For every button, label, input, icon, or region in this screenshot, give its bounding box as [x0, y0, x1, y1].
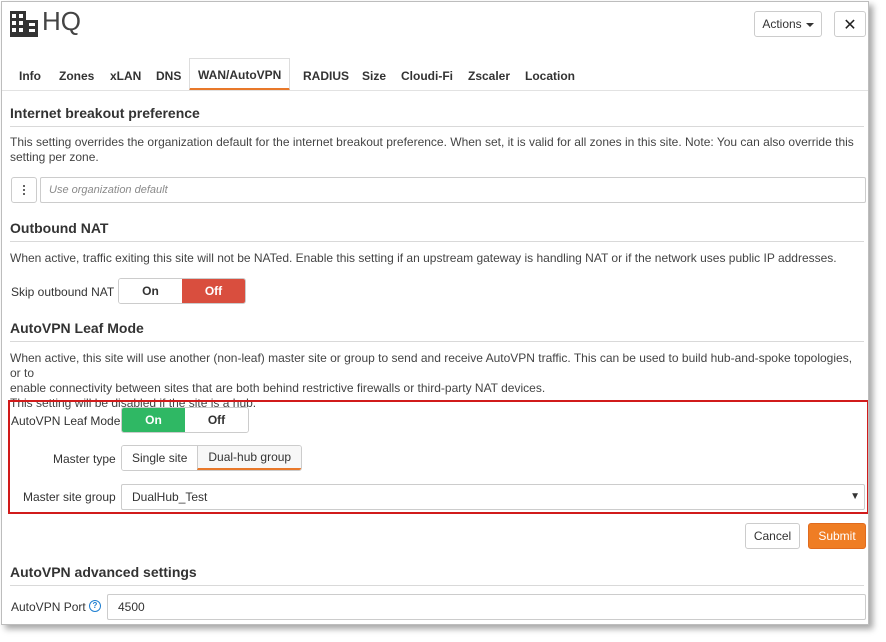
master-type-dual-hub-group[interactable]: Dual-hub group — [197, 446, 302, 470]
actions-dropdown-button[interactable]: Actions — [754, 11, 822, 37]
triangle-down-icon: ▼ — [850, 491, 860, 502]
breakout-section-title: Internet breakout preference — [10, 105, 200, 121]
tab-cloudi-fi[interactable]: Cloudi-Fi — [401, 58, 453, 91]
tab-xlan[interactable]: xLAN — [110, 58, 141, 91]
leaf-description-line: When active, this site will use another … — [10, 351, 853, 380]
master-site-group-label: Master site group — [23, 490, 116, 504]
section-divider — [10, 126, 864, 127]
site-dialog: HQ Actions ✕ Info Zones xLAN DNS WAN/Aut… — [1, 1, 869, 625]
autovpn-port-label: AutoVPN Port — [11, 600, 86, 614]
building-icon — [10, 11, 38, 37]
master-type-selector: Single site Dual-hub group — [121, 445, 303, 471]
tab-radius[interactable]: RADIUS — [303, 58, 349, 91]
section-divider — [10, 585, 864, 586]
breakout-description-line: setting per zone. — [10, 150, 99, 164]
skip-nat-label: Skip outbound NAT — [11, 285, 115, 299]
skip-nat-on-button[interactable]: On — [119, 279, 182, 303]
master-site-group-select[interactable]: DualHub_Test ▼ — [121, 484, 865, 510]
section-divider — [10, 341, 864, 342]
tab-dns[interactable]: DNS — [156, 58, 181, 91]
master-type-label: Master type — [53, 452, 116, 466]
dialog-header: HQ Actions ✕ — [2, 2, 868, 52]
kebab-icon[interactable] — [11, 177, 37, 203]
breakout-description: This setting overrides the organization … — [10, 135, 858, 165]
leaf-mode-toggle: On Off — [121, 407, 249, 433]
tab-wan-autovpn[interactable]: WAN/AutoVPN — [189, 58, 291, 91]
help-icon[interactable]: ? — [89, 600, 101, 612]
submit-button[interactable]: Submit — [808, 523, 866, 549]
leaf-section-title: AutoVPN Leaf Mode — [10, 320, 144, 336]
section-divider — [10, 241, 864, 242]
breakout-description-line: This setting overrides the organization … — [10, 135, 854, 149]
leaf-mode-off-button[interactable]: Off — [185, 408, 248, 432]
breakout-preference-input[interactable] — [40, 177, 866, 203]
cancel-button[interactable]: Cancel — [745, 523, 800, 549]
master-type-single-site[interactable]: Single site — [122, 446, 198, 470]
close-button[interactable]: ✕ — [834, 11, 866, 37]
nat-description: When active, traffic exiting this site w… — [10, 251, 837, 265]
tab-location[interactable]: Location — [525, 58, 575, 91]
skip-nat-off-button[interactable]: Off — [182, 279, 245, 303]
tab-size[interactable]: Size — [362, 58, 386, 91]
page-title: HQ — [42, 6, 81, 36]
actions-label: Actions — [762, 17, 802, 31]
leaf-mode-label: AutoVPN Leaf Mode — [11, 414, 121, 428]
tab-info[interactable]: Info — [19, 58, 41, 91]
leaf-description-line: enable connectivity between sites that a… — [10, 381, 546, 395]
tab-zscaler[interactable]: Zscaler — [468, 58, 510, 91]
tab-zones[interactable]: Zones — [59, 58, 94, 91]
tab-divider — [2, 90, 868, 91]
leaf-mode-on-button[interactable]: On — [122, 408, 185, 432]
tab-bar: Info Zones xLAN DNS WAN/AutoVPN RADIUS S… — [10, 58, 630, 91]
autovpn-port-input[interactable] — [107, 594, 866, 620]
close-icon: ✕ — [843, 14, 857, 34]
caret-down-icon — [805, 23, 814, 27]
nat-section-title: Outbound NAT — [10, 220, 109, 236]
advanced-section-title: AutoVPN advanced settings — [10, 564, 197, 580]
master-site-group-value: DualHub_Test — [132, 490, 208, 504]
skip-nat-toggle: On Off — [118, 278, 246, 304]
